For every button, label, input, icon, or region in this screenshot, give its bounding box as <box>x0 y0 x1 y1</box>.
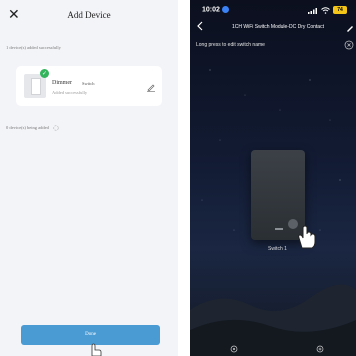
wifi-icon <box>321 7 330 14</box>
battery-indicator: 74 <box>333 6 347 14</box>
check-icon: ✓ <box>40 69 49 78</box>
status-time: 10:02 <box>202 6 229 13</box>
status-time-text: 10:02 <box>202 6 220 14</box>
device-status: Added successfully <box>52 90 88 95</box>
divider <box>178 0 190 356</box>
edit-icon[interactable] <box>146 82 156 92</box>
switch-label: Switch 1 <box>268 246 287 252</box>
back-icon[interactable] <box>196 21 204 31</box>
mountain-background <box>190 284 356 356</box>
switch-module-screen: 10:02 74 1CH WiFi Switch Module-DC Dry C… <box>190 0 356 356</box>
hint-text: Long press to edit switch name <box>196 42 265 48</box>
device-name: Dimmer <box>52 80 72 86</box>
spinner-icon <box>53 125 59 131</box>
edit-icon[interactable] <box>346 24 356 32</box>
switch-indicator <box>275 228 283 230</box>
close-icon[interactable] <box>344 40 354 50</box>
device-type: Switch <box>82 81 95 86</box>
nav-title: 1CH WiFi Switch Module-DC Dry Contact <box>232 24 324 30</box>
timer-icon[interactable] <box>230 345 238 353</box>
adding-count-text: 0 device(s) being added <box>6 125 59 131</box>
device-card[interactable]: ✓ Dimmer Switch Added successfully <box>16 66 162 106</box>
page-title: Add Device <box>67 10 111 20</box>
hand-pointer-icon <box>91 343 102 356</box>
added-count-text: 1 device(s) added successfully <box>6 45 61 50</box>
add-device-screen: ✕ Add Device 1 device(s) added successfu… <box>0 0 178 356</box>
location-icon <box>221 6 229 13</box>
adding-count-label: 0 device(s) being added <box>6 125 49 131</box>
hand-pointer-icon <box>298 225 316 249</box>
signal-icon <box>308 8 317 14</box>
settings-icon[interactable] <box>316 345 324 353</box>
